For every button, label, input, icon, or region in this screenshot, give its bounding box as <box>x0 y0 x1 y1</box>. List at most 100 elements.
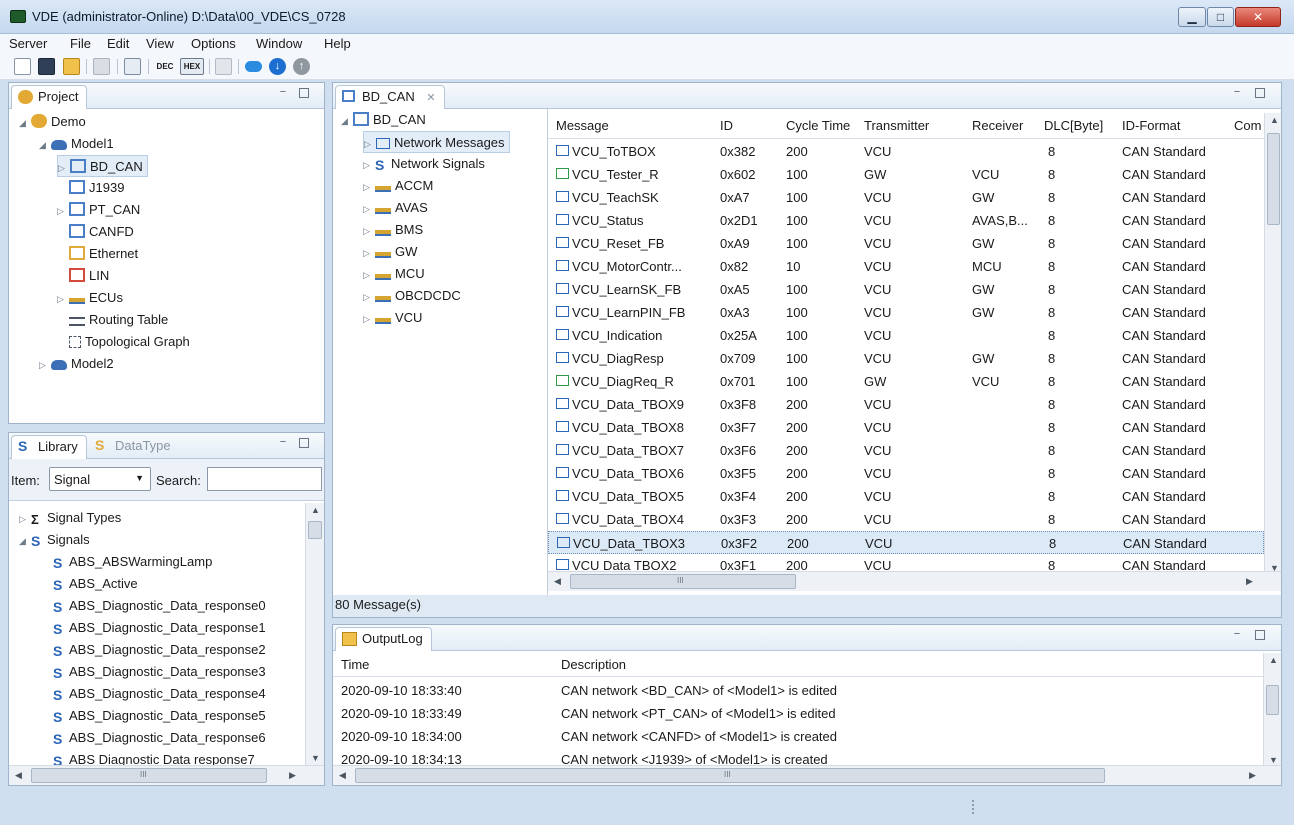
tree-item-ecu[interactable]: ▷ AVAS <box>363 197 428 219</box>
tree-item-lin[interactable]: LIN <box>57 265 109 287</box>
tab-outputlog[interactable]: OutputLog <box>335 627 432 651</box>
tree-item-network-messages[interactable]: ▷ Network Messages <box>363 131 510 153</box>
new-file-icon[interactable] <box>14 58 31 75</box>
table-row[interactable]: VCU_Data_TBOX6 0x3F5 200 VCU 8 CAN Standard <box>548 462 1264 485</box>
column-header-id[interactable]: ID <box>720 118 733 133</box>
table-row[interactable]: VCU_LearnPIN_FB 0xA3 100 VCU GW 8 CAN Standard <box>548 301 1264 324</box>
menu-edit[interactable]: Edit <box>107 36 129 51</box>
tree-item-j1939[interactable]: J1939 <box>57 177 124 199</box>
tab-datatype[interactable]: S DataType <box>89 435 179 459</box>
expander-icon[interactable]: ▷ <box>363 308 375 330</box>
table-row[interactable]: VCU_LearnSK_FB 0xA5 100 VCU GW 8 CAN Standard <box>548 278 1264 301</box>
signal-item[interactable]: S ABS_ABSWarmingLamp <box>53 551 212 573</box>
expander-icon[interactable]: ◢ <box>341 110 353 132</box>
tab-bd-can[interactable]: BD_CAN ✕ <box>335 85 445 109</box>
expander-icon[interactable]: ▷ <box>57 288 69 310</box>
expander-icon[interactable]: ▷ <box>364 133 376 155</box>
table-row[interactable]: VCU_Tester_R 0x602 100 GW VCU 8 CAN Standard <box>548 163 1264 186</box>
scroll-thumb[interactable] <box>1267 133 1280 225</box>
signal-item[interactable]: S ABS_Diagnostic_Data_response1 <box>53 617 266 639</box>
table-row[interactable]: VCU_Data_TBOX8 0x3F7 200 VCU 8 CAN Standard <box>548 416 1264 439</box>
table-row[interactable]: VCU_ToTBOX 0x382 200 VCU 8 CAN Standard <box>548 140 1264 163</box>
tree-item-ethernet[interactable]: Ethernet <box>57 243 138 265</box>
tree-item-canfd[interactable]: CANFD <box>57 221 134 243</box>
table-row[interactable]: VCU_MotorContr... 0x82 10 VCU MCU 8 CAN Standa… <box>548 255 1264 278</box>
tree-item-model1[interactable]: ◢ Model1 <box>39 133 114 155</box>
outputlog-vscroll[interactable]: ▲ ▼ <box>1263 653 1281 767</box>
tab-project[interactable]: Project <box>11 85 88 109</box>
maximize-button[interactable]: □ <box>1207 7 1234 27</box>
scroll-thumb[interactable]: III <box>355 768 1105 783</box>
table-row[interactable]: VCU_Data_TBOX3 0x3F2 200 VCU 8 CAN Standard <box>548 531 1264 554</box>
item-select[interactable]: Signal ▼ <box>49 467 151 491</box>
table-row[interactable]: VCU_DiagResp 0x709 100 VCU GW 8 CAN Standard <box>548 347 1264 370</box>
table-row[interactable]: VCU_Data_TBOX4 0x3F3 200 VCU 8 CAN Standard <box>548 508 1264 531</box>
table-row[interactable]: VCU_DiagReq_R 0x701 100 GW VCU 8 CAN Standard <box>548 370 1264 393</box>
minimize-view-icon[interactable]: − <box>1231 629 1243 641</box>
tab-library[interactable]: S Library <box>11 435 87 459</box>
scroll-right-icon[interactable]: ▶ <box>1249 770 1256 781</box>
library-vscroll[interactable]: ▲ ▼ <box>305 503 324 765</box>
signal-item[interactable]: S ABS_Diagnostic_Data_response5 <box>53 705 266 727</box>
table-row[interactable]: VCU_Data_TBOX5 0x3F4 200 VCU 8 CAN Standard <box>548 485 1264 508</box>
expander-icon[interactable]: ◢ <box>39 134 51 156</box>
maximize-view-icon[interactable] <box>1255 88 1265 98</box>
column-header-dlc[interactable]: DLC[Byte] <box>1044 118 1103 133</box>
expander-icon[interactable]: ▷ <box>363 176 375 198</box>
tree-item-model2[interactable]: ▷ Model2 <box>39 353 114 375</box>
expander-icon[interactable]: ▷ <box>39 354 51 376</box>
scroll-right-icon[interactable]: ▶ <box>1246 576 1253 587</box>
expander-icon[interactable]: ◢ <box>19 530 31 552</box>
maximize-view-icon[interactable] <box>1255 630 1265 640</box>
menu-options[interactable]: Options <box>191 36 236 51</box>
cloud-icon[interactable] <box>245 61 262 72</box>
properties-icon[interactable] <box>93 58 110 75</box>
tree-item-ecu[interactable]: ▷ VCU <box>363 307 422 329</box>
minimize-button[interactable]: ▁ <box>1178 7 1206 27</box>
column-header-cycle-time[interactable]: Cycle Time <box>786 118 850 133</box>
search-input[interactable] <box>207 467 322 491</box>
log-row[interactable]: 2020-09-10 18:33:49 CAN network <PT_CAN> … <box>333 702 1263 725</box>
hex-button[interactable]: HEX <box>180 58 204 75</box>
signal-item[interactable]: S ABS_Diagnostic_Data_response6 <box>53 727 266 749</box>
scroll-thumb[interactable] <box>308 521 322 539</box>
download-icon[interactable]: ↓ <box>269 58 286 75</box>
outputlog-hscroll[interactable]: ◀ III ▶ <box>333 765 1281 785</box>
menu-view[interactable]: View <box>146 36 174 51</box>
table-row[interactable]: VCU_Data_TBOX7 0x3F6 200 VCU 8 CAN Standard <box>548 439 1264 462</box>
table-row[interactable]: VCU_TeachSK 0xA7 100 VCU GW 8 CAN Standard <box>548 186 1264 209</box>
table-row[interactable]: VCU_Indication 0x25A 100 VCU 8 CAN Standard <box>548 324 1264 347</box>
expander-icon[interactable]: ▷ <box>363 242 375 264</box>
expander-icon[interactable]: ▷ <box>58 157 70 179</box>
minimize-view-icon[interactable]: − <box>1231 87 1243 99</box>
tree-item-bd-can-root[interactable]: ◢ BD_CAN <box>341 109 426 131</box>
grid-hscroll[interactable]: ◀ III ▶ <box>548 571 1281 591</box>
menu-help[interactable]: Help <box>324 36 351 51</box>
column-header-com[interactable]: Com <box>1234 118 1261 133</box>
scroll-right-icon[interactable]: ▶ <box>289 770 296 781</box>
column-header-description[interactable]: Description <box>561 657 626 672</box>
log-row[interactable]: 2020-09-10 18:33:40 CAN network <BD_CAN> … <box>333 679 1263 702</box>
upload-icon[interactable]: ↑ <box>293 58 310 75</box>
scroll-thumb[interactable]: III <box>31 768 267 783</box>
tree-item-signal-types[interactable]: ▷ Σ Signal Types <box>19 507 121 529</box>
scroll-up-icon[interactable]: ▲ <box>311 505 320 515</box>
scroll-down-icon[interactable]: ▼ <box>311 753 320 763</box>
grid-vscroll[interactable]: ▲ ▼ <box>1264 113 1281 575</box>
column-header-transmitter[interactable]: Transmitter <box>864 118 929 133</box>
maximize-view-icon[interactable] <box>299 438 309 448</box>
scroll-left-icon[interactable]: ◀ <box>339 770 346 781</box>
signal-item[interactable]: S ABS_Diagnostic_Data_response4 <box>53 683 266 705</box>
scroll-thumb[interactable] <box>1266 685 1279 715</box>
tree-item-network-signals[interactable]: ▷ S Network Signals <box>363 153 485 175</box>
table-row[interactable]: VCU_Status 0x2D1 100 VCU AVAS,B... 8 CAN Stand… <box>548 209 1264 232</box>
signal-item[interactable]: S ABS_Diagnostic_Data_response2 <box>53 639 266 661</box>
maximize-view-icon[interactable] <box>299 88 309 98</box>
column-header-receiver[interactable]: Receiver <box>972 118 1023 133</box>
signal-item[interactable]: S ABS_Diagnostic_Data_response0 <box>53 595 266 617</box>
minimize-view-icon[interactable]: − <box>277 87 289 99</box>
scroll-left-icon[interactable]: ◀ <box>15 770 22 781</box>
tree-item-topological-graph[interactable]: Topological Graph <box>57 331 190 353</box>
signal-item[interactable]: S ABS_Diagnostic_Data_response3 <box>53 661 266 683</box>
dec-button[interactable]: DEC <box>154 58 176 75</box>
